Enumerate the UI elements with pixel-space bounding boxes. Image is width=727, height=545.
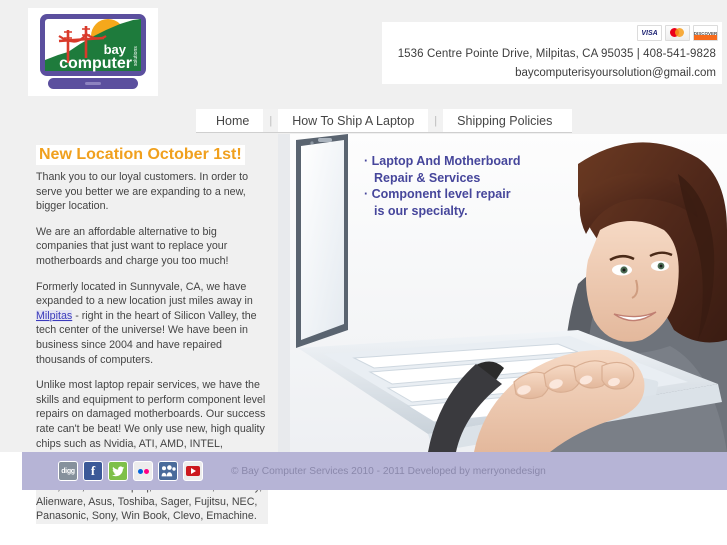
copyright-text: © Bay Computer Services 2010 - 2011 Deve… [231,465,546,477]
nav-item-how-to-ship-a-laptop[interactable]: How To Ship A Laptop [278,110,429,131]
facebook-icon[interactable]: f [83,461,103,481]
twitter-icon[interactable] [108,461,128,481]
discover-card-icon: DISCOVER [693,25,718,41]
hero-bullet-1-line1: · Laptop And Motherboard [364,154,521,168]
logo-brand-computer: computer [59,55,132,72]
mastercard-card-icon [665,25,690,41]
paragraph-2: We are an affordable alternative to big … [36,224,268,269]
social-links: digg f [58,461,203,481]
logo-brand-solutions: solutions [133,46,139,66]
digg-icon[interactable]: digg [58,461,78,481]
page-headline: New Location October 1st! [36,145,245,165]
hero-image: · Laptop And Motherboard Repair & Servic… [278,134,727,452]
nav-item-shipping-policies[interactable]: Shipping Policies [443,110,567,131]
main-content: New Location October 1st! Thank you to o… [0,134,278,525]
logo-container[interactable]: bay computer solutions [28,8,158,96]
hero-bullet-1-line2: Repair & Services [374,170,481,185]
page-root: bay computer solutions VISA DISCOVER 153… [0,0,727,545]
nav-separator: | [263,109,279,132]
accepted-cards-row: VISA DISCOVER [382,22,722,44]
laptop-screen [296,134,348,348]
myspace-icon[interactable] [158,461,178,481]
hero-bullet-2-line2: is our specialty. [374,203,468,218]
nav-separator: | [428,109,444,132]
nav-item-home[interactable]: Home [202,110,264,131]
contact-address: 1536 Centre Pointe Drive, Milpitas, CA 9… [382,44,722,64]
paragraph-3: Formerly located in Sunnyvale, CA, we ha… [36,279,268,368]
site-header: bay computer solutions VISA DISCOVER 153… [0,0,727,107]
youtube-icon[interactable] [183,461,203,481]
contact-block: VISA DISCOVER 1536 Centre Pointe Drive, … [382,22,722,84]
hero-bullet-2-line1: · Component level repair [364,187,511,201]
visa-card-icon: VISA [637,25,662,41]
milpitas-link[interactable]: Milpitas [36,309,73,322]
paragraph-1: Thank you to our loyal customers. In ord… [36,170,268,214]
flickr-icon[interactable] [133,461,153,481]
bay-computer-logo-icon: bay computer solutions [40,14,146,89]
paragraph-3-before: Formerly located in Sunnyvale, CA, we ha… [36,280,253,308]
contact-email[interactable]: baycomputerisyoursolution@gmail.com [382,64,722,84]
hero-bullet-text: · Laptop And Motherboard Repair & Servic… [364,153,520,219]
site-footer: digg f © Bay Computer Services 2010 - 20… [22,452,727,490]
main-navigation: Home | How To Ship A Laptop | Shipping P… [0,107,727,134]
